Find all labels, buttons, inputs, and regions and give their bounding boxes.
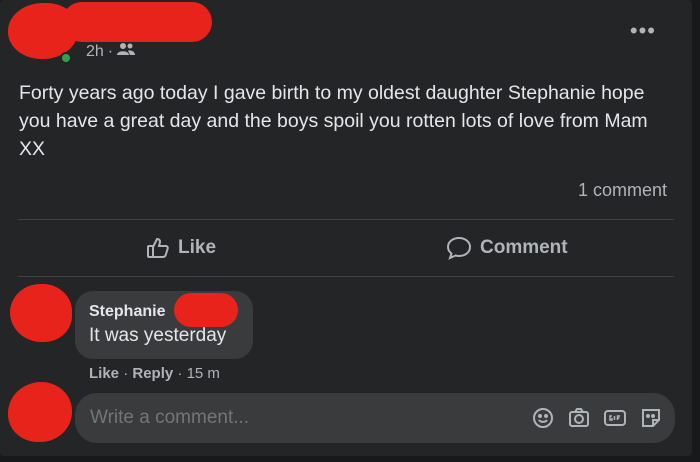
comment-reply-link[interactable]: Reply <box>132 365 173 382</box>
friends-icon[interactable] <box>117 42 136 61</box>
meta-separator: · <box>107 42 114 60</box>
comment-composer[interactable] <box>75 393 675 443</box>
sticker-icon[interactable] <box>639 406 663 430</box>
comment-button[interactable]: Comment <box>446 236 568 260</box>
emoji-icon[interactable] <box>531 406 555 430</box>
comment-count-link[interactable]: 1 comment <box>578 180 667 201</box>
comment-sep-2: · <box>177 365 183 382</box>
online-status-dot <box>60 52 72 64</box>
redacted-commenter-avatar <box>10 284 72 342</box>
comment-label: Comment <box>480 237 568 258</box>
divider-top <box>18 219 674 220</box>
like-button[interactable]: Like <box>146 236 216 260</box>
comment-time[interactable]: 15 m <box>187 365 220 382</box>
like-label: Like <box>178 237 217 258</box>
post-meta: 2h · <box>86 42 136 61</box>
comment-like-link[interactable]: Like <box>89 365 119 382</box>
composer-icons <box>531 406 663 430</box>
comment-input[interactable] <box>90 407 490 429</box>
redacted-author-name <box>62 2 212 42</box>
redacted-commenter-surname <box>174 293 238 327</box>
post-text: Forty years ago today I gave birth to my… <box>19 82 648 160</box>
comment-author[interactable]: Stephanie <box>89 303 165 321</box>
post-card: 2h · ••• Forty years ago today I gave bi… <box>0 0 692 456</box>
camera-icon[interactable] <box>567 406 591 430</box>
post-timestamp[interactable]: 2h <box>86 43 104 61</box>
comment-actions: Like · Reply · 15 m <box>89 365 220 382</box>
comment-bubble-icon <box>446 236 472 260</box>
comment-text: It was yesterday <box>89 325 227 346</box>
comment-sep-1: · <box>123 365 129 382</box>
divider-bottom <box>18 276 674 277</box>
gif-icon[interactable] <box>603 406 627 430</box>
thumbs-up-icon <box>146 236 170 260</box>
redacted-user-avatar <box>8 382 72 442</box>
more-options-button[interactable]: ••• <box>630 20 656 42</box>
